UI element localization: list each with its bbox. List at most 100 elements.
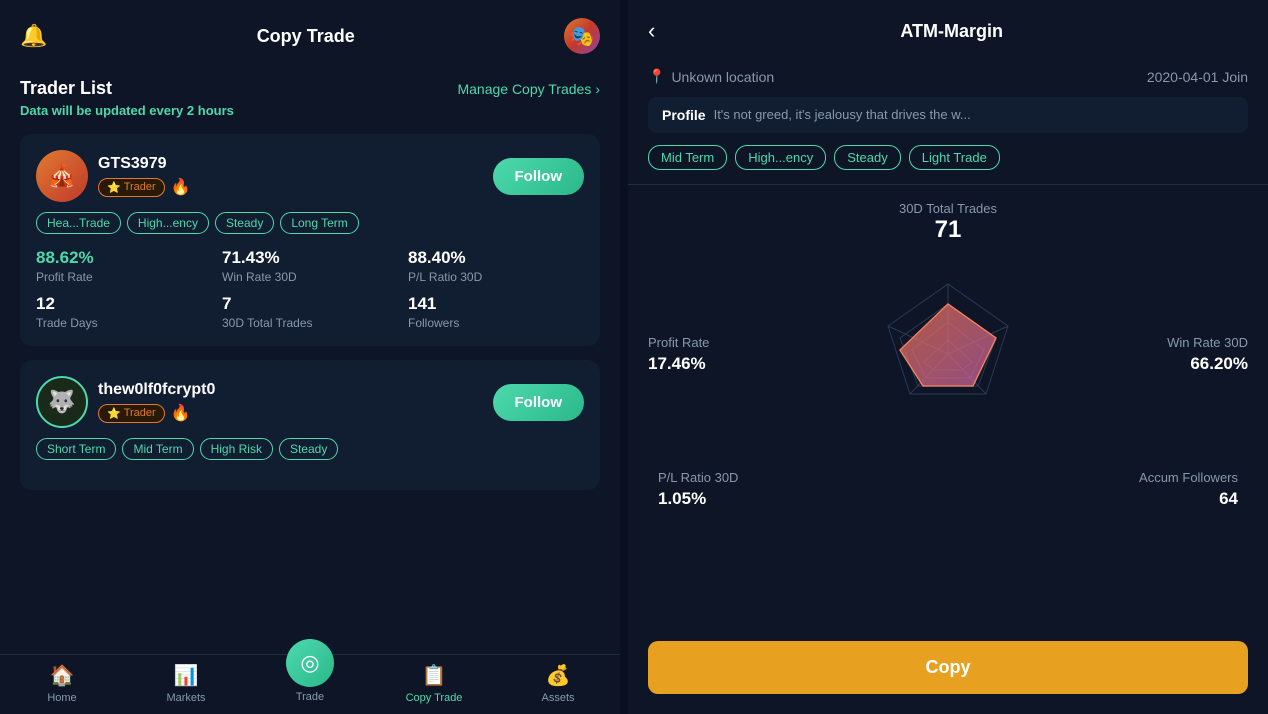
tag-steady-1: Steady <box>215 212 274 234</box>
bottom-stat-pl: P/L Ratio 30D 1.05% <box>658 470 738 509</box>
copy-trade-icon: 📋 <box>422 663 447 688</box>
total-trades-1-value: 7 <box>222 294 398 314</box>
bottom-stats: P/L Ratio 30D 1.05% Accum Followers 64 <box>648 470 1248 509</box>
user-avatar[interactable]: 🎭 <box>564 18 600 54</box>
trader-2-left: 🐺 thew0lf0fcrypt0 ⭐ Trader 🔥 <box>36 376 215 428</box>
stat-followers-1: 141 Followers <box>408 294 584 330</box>
trader-1-badges: ⭐ Trader 🔥 <box>98 177 191 197</box>
pl-ratio-1-label: P/L Ratio 30D <box>408 270 584 284</box>
win-rate-1-label: Win Rate 30D <box>222 270 398 284</box>
right-tag-high-ency: High...ency <box>735 145 826 170</box>
trade-days-1-label: Trade Days <box>36 316 212 330</box>
trader-2-badges: ⭐ Trader 🔥 <box>98 403 215 423</box>
win-rate-1-value: 71.43% <box>222 248 398 268</box>
bottom-nav: 🏠 Home 📊 Markets ◎ Trade 📋 Copy Trade 💰 … <box>0 654 620 714</box>
follow-btn-1[interactable]: Follow <box>493 158 585 195</box>
nav-markets-label: Markets <box>166 692 205 704</box>
nav-home-label: Home <box>47 692 76 704</box>
nav-assets-label: Assets <box>541 692 574 704</box>
tag-high-ency-1: High...ency <box>127 212 209 234</box>
location-text: Unkown location <box>671 69 774 85</box>
followers-label-r: Accum Followers <box>1139 470 1238 485</box>
trade-circle-icon: ◎ <box>300 650 319 676</box>
left-panel: 🔔 Copy Trade 🎭 Trader List Manage Copy T… <box>0 0 620 714</box>
trader-1-name: GTS3979 <box>98 155 191 173</box>
right-panel: ‹ ATM-Margin 📍 Unkown location 2020-04-0… <box>628 0 1268 714</box>
followers-value-r: 64 <box>1219 489 1238 509</box>
location-left: 📍 Unkown location <box>648 68 774 85</box>
profile-quote: Profile It's not greed, it's jealousy th… <box>648 97 1248 133</box>
pl-ratio-1-value: 88.40% <box>408 248 584 268</box>
profile-text: It's not greed, it's jealousy that drive… <box>714 107 971 123</box>
profit-rate-label-r: Profit Rate <box>648 335 778 350</box>
trader-2-avatar: 🐺 <box>36 376 88 428</box>
trader-list-section: Trader List Manage Copy Trades › Data wi… <box>0 68 620 654</box>
nav-copy-trade-label: Copy Trade <box>406 692 463 704</box>
trader-card-2-header: 🐺 thew0lf0fcrypt0 ⭐ Trader 🔥 Follo <box>36 376 584 428</box>
stat-win-rate-1: 71.43% Win Rate 30D <box>222 248 398 284</box>
stat-trade-days-1: 12 Trade Days <box>36 294 212 330</box>
copy-button[interactable]: Copy <box>648 641 1248 694</box>
trader-1-left: 🎪 GTS3979 ⭐ Trader 🔥 <box>36 150 191 202</box>
left-header-title: Copy Trade <box>257 26 355 47</box>
right-tag-steady: Steady <box>834 145 900 170</box>
bell-icon[interactable]: 🔔 <box>20 23 47 49</box>
trader-2-info: thew0lf0fcrypt0 ⭐ Trader 🔥 <box>98 381 215 423</box>
stat-pl-ratio-1: 88.40% P/L Ratio 30D <box>408 248 584 284</box>
nav-copy-trade[interactable]: 📋 Copy Trade <box>372 663 496 704</box>
bottom-stat-followers: Accum Followers 64 <box>1139 470 1238 509</box>
trader-1-badge: ⭐ Trader <box>98 178 165 197</box>
win-rate-label-r: Win Rate 30D <box>1167 335 1248 350</box>
stat-total-trades-1: 7 30D Total Trades <box>222 294 398 330</box>
copy-btn-container: Copy <box>628 627 1268 714</box>
pl-ratio-label-r: P/L Ratio 30D <box>658 470 738 485</box>
follow-btn-2[interactable]: Follow <box>493 384 585 421</box>
profile-section: 📍 Unkown location 2020-04-01 Join Profil… <box>628 58 1268 185</box>
radar-left-stats: Profit Rate 17.46% <box>648 335 778 374</box>
total-trades-label: 30D Total Trades <box>648 201 1248 216</box>
right-tag-mid-term: Mid Term <box>648 145 727 170</box>
profit-rate-1-label: Profit Rate <box>36 270 212 284</box>
nav-assets[interactable]: 💰 Assets <box>496 663 620 704</box>
radar-chart <box>848 254 1048 454</box>
trader-1-stats-bottom: 12 Trade Days 7 30D Total Trades 141 Fol… <box>36 294 584 330</box>
trader-2-name: thew0lf0fcrypt0 <box>98 381 215 399</box>
trader-1-stats-top: 88.62% Profit Rate 71.43% Win Rate 30D 8… <box>36 248 584 284</box>
tag-short-term: Short Term <box>36 438 116 460</box>
tag-hea-trade: Hea...Trade <box>36 212 121 234</box>
left-header: 🔔 Copy Trade 🎭 <box>0 0 620 68</box>
tag-high-risk: High Risk <box>200 438 273 460</box>
panel-divider <box>620 0 628 714</box>
nav-home[interactable]: 🏠 Home <box>0 663 124 704</box>
followers-1-value: 141 <box>408 294 584 314</box>
profile-label: Profile <box>662 107 706 123</box>
trader-card-2: 🐺 thew0lf0fcrypt0 ⭐ Trader 🔥 Follo <box>20 360 600 490</box>
nav-trade[interactable]: ◎ Trade <box>248 663 372 704</box>
trade-circle: ◎ <box>286 639 334 687</box>
stat-profit-rate-1: 88.62% Profit Rate <box>36 248 212 284</box>
nav-markets[interactable]: 📊 Markets <box>124 663 248 704</box>
total-trades-row: 30D Total Trades 71 <box>648 201 1248 244</box>
profit-rate-1-value: 88.62% <box>36 248 212 268</box>
trader-list-header: Trader List Manage Copy Trades › <box>20 78 600 99</box>
trader-card-1: 🎪 GTS3979 ⭐ Trader 🔥 Follow <box>20 134 600 346</box>
tag-long-term: Long Term <box>280 212 358 234</box>
right-tags: Mid Term High...ency Steady Light Trade <box>648 145 1248 170</box>
right-tag-light-trade: Light Trade <box>909 145 1000 170</box>
trader-2-badge: ⭐ Trader <box>98 404 165 423</box>
markets-icon: 📊 <box>174 663 199 688</box>
trader-card-1-header: 🎪 GTS3979 ⭐ Trader 🔥 Follow <box>36 150 584 202</box>
back-button[interactable]: ‹ <box>648 18 655 44</box>
join-date: 2020-04-01 Join <box>1147 69 1248 85</box>
total-trades-1-label: 30D Total Trades <box>222 316 398 330</box>
tag-mid-term-2: Mid Term <box>122 438 193 460</box>
stats-section: 30D Total Trades 71 Profit Rate 17.46% <box>628 185 1268 627</box>
radar-right-stats: Win Rate 30D 66.20% <box>1118 335 1248 374</box>
fire-icon-2: 🔥 <box>171 403 191 423</box>
trader-list-title: Trader List <box>20 78 112 99</box>
manage-copy-trades-link[interactable]: Manage Copy Trades › <box>457 81 600 97</box>
trader-1-info: GTS3979 ⭐ Trader 🔥 <box>98 155 191 197</box>
trader-2-tags: Short Term Mid Term High Risk Steady <box>36 438 584 460</box>
right-header-title: ATM-Margin <box>655 21 1248 42</box>
trader-1-avatar: 🎪 <box>36 150 88 202</box>
